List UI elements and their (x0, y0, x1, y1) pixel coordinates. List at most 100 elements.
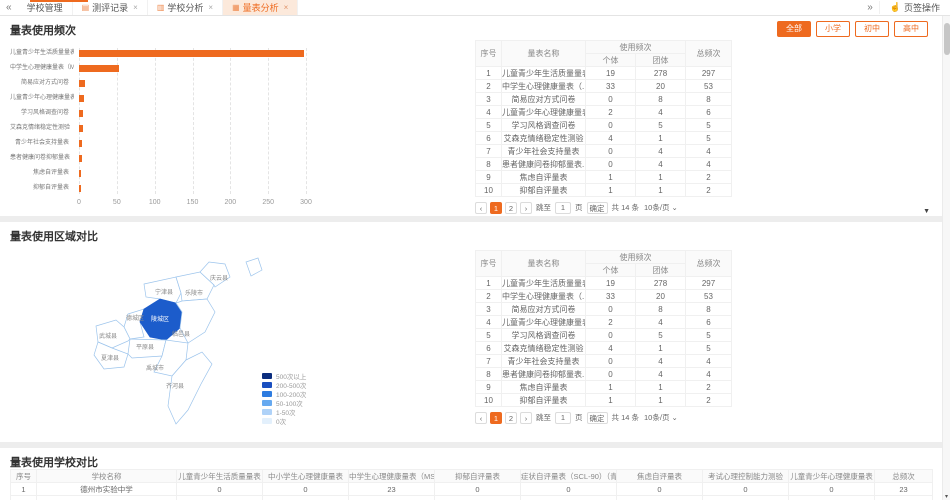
table-cell: 1 (586, 394, 636, 407)
table-cell: 10 (476, 394, 502, 407)
table-cell: 0 (586, 355, 636, 368)
hand-icon: ☝ (890, 2, 901, 13)
scrollbar-down-icon[interactable]: ▾ (943, 493, 950, 500)
tab-量表分析[interactable]: ▦量表分析× (223, 0, 298, 15)
school-table: 序号学校名称儿童青少年生活质量量表中小学生心理健康量表中学生心理健康量表（MSS… (10, 469, 932, 500)
filter-button-初中[interactable]: 初中 (855, 21, 889, 37)
table-cell: 6 (686, 316, 732, 329)
chart-axis-tick: 0 (77, 199, 81, 206)
usage-frequency-table: 序号量表名称使用频次总频次个体团体1儿童青少年生活质量量表192782972中学… (475, 250, 732, 407)
table-cell: 抑郁自评量表 (502, 184, 586, 197)
table-cell: 简易应对方式问卷 (502, 93, 586, 106)
jump-page-input[interactable] (555, 202, 571, 214)
table-cell: 5 (636, 119, 686, 132)
jump-page-input[interactable] (555, 412, 571, 424)
table-cell: 2 (476, 80, 502, 93)
next-page-button[interactable]: › (520, 202, 532, 214)
table-row: 2中学生心理健康量表（...332053 (476, 290, 732, 303)
column-header: 团体 (636, 54, 686, 67)
page-button-1[interactable]: 1 (490, 412, 502, 424)
column-header: 考试心理控制能力测验 (703, 470, 789, 483)
page-button-1[interactable]: 1 (490, 202, 502, 214)
tab-测评记录[interactable]: ▤测评记录× (73, 0, 148, 15)
scroll-down-icon[interactable]: ▼ (923, 208, 930, 215)
page-size-select[interactable]: 10条/页⌄ (643, 201, 679, 214)
chart-axis-tick: 50 (113, 199, 121, 206)
chart-bar (79, 125, 83, 132)
chart-category-label: 学习风格调查问卷 (10, 106, 74, 121)
table-cell: 23 (349, 483, 435, 496)
prev-page-button[interactable]: ‹ (475, 202, 487, 214)
close-icon[interactable]: × (133, 3, 138, 12)
map-region-宁津县[interactable] (144, 277, 181, 303)
table-cell: 1 (476, 67, 502, 80)
map-region-平原县[interactable] (128, 339, 166, 358)
confirm-jump-button[interactable]: 确定 (587, 202, 608, 214)
chevron-down-icon: ⌄ (671, 203, 677, 212)
filter-button-全部[interactable]: 全部 (777, 21, 811, 37)
table-cell: 19 (586, 67, 636, 80)
page-button-2[interactable]: 2 (505, 202, 517, 214)
close-icon[interactable]: × (284, 3, 289, 12)
table-cell: 23 (875, 483, 933, 496)
table-cell: 4 (586, 132, 636, 145)
next-page-button[interactable]: › (520, 412, 532, 424)
chart-plot-area (79, 46, 306, 196)
column-header: 儿童青少年心理健康量表 (789, 470, 875, 483)
table-cell: 5 (686, 119, 732, 132)
map-region-陵城区[interactable] (140, 299, 182, 340)
tab-学校分析[interactable]: ▥学校分析× (148, 0, 223, 15)
chart-bar (79, 50, 304, 57)
legend-item: 200-500次 (262, 381, 306, 389)
table-cell: 7 (476, 355, 502, 368)
table-cell (177, 496, 263, 500)
table-row: 1德州市实验中学00230000023 (11, 483, 933, 496)
collapse-tabs-icon[interactable]: « (0, 0, 18, 15)
jump-unit-label: 页 (574, 412, 584, 423)
vertical-scrollbar[interactable]: ▾ (942, 16, 950, 500)
pagination: ‹12›跳至页确定共 14 条10条/页⌄ (475, 411, 731, 424)
prev-page-button[interactable]: ‹ (475, 412, 487, 424)
table-cell: 患者健康问卷抑郁量表... (502, 368, 586, 381)
table-row: 1儿童青少年生活质量量表19278297 (476, 67, 732, 80)
legend-item: 50-100次 (262, 399, 306, 407)
table-cell: 中学生心理健康量表（... (502, 290, 586, 303)
table-cell: 20 (636, 80, 686, 93)
confirm-jump-button[interactable]: 确定 (587, 412, 608, 424)
table-cell: 8 (686, 303, 732, 316)
active-strip (30, 0, 88, 2)
filter-button-小学[interactable]: 小学 (816, 21, 850, 37)
tab-学校管理[interactable]: 学校管理 (18, 0, 73, 15)
page-size-label: 10条/页 (644, 202, 669, 213)
column-header: 抑郁自评量表 (435, 470, 521, 483)
map-legend: 500次以上200-500次100-200次50-100次1-50次0次 (262, 372, 306, 426)
scrollbar-thumb[interactable] (944, 23, 950, 55)
tab-actions-button[interactable]: ☝ 页签操作 (879, 1, 950, 14)
table-cell: 8 (636, 303, 686, 316)
school-compare-table: 序号学校名称儿童青少年生活质量量表中小学生心理健康量表中学生心理健康量表（MSS… (10, 469, 933, 500)
chart-category-label: 儿童青少年心理健康量表 (10, 91, 74, 106)
filter-button-高中[interactable]: 高中 (894, 21, 928, 37)
gridline (155, 48, 156, 194)
table-cell: 278 (636, 67, 686, 80)
column-header: 团体 (636, 264, 686, 277)
table-cell (703, 496, 789, 500)
page-button-2[interactable]: 2 (505, 412, 517, 424)
table-cell: 2 (586, 106, 636, 119)
table-row-partial (11, 496, 933, 500)
page-size-select[interactable]: 10条/页⌄ (643, 411, 679, 424)
table-cell: 1 (586, 171, 636, 184)
table-cell: 9 (476, 171, 502, 184)
table-cell: 2 (686, 184, 732, 197)
column-header: 量表名称 (502, 251, 586, 277)
table-cell: 4 (686, 145, 732, 158)
table-cell: 4 (636, 368, 686, 381)
usage-table-1: 序号量表名称使用频次总频次个体团体1儿童青少年生活质量量表192782972中学… (475, 40, 731, 214)
map-region-临邑县[interactable] (176, 299, 215, 343)
table-cell: 焦虑自评量表 (502, 381, 586, 394)
table-cell: 4 (476, 106, 502, 119)
close-icon[interactable]: × (208, 3, 213, 12)
table-cell: 中学生心理健康量表（... (502, 80, 586, 93)
gridline (306, 48, 307, 194)
expand-tabs-icon[interactable]: » (861, 2, 879, 13)
